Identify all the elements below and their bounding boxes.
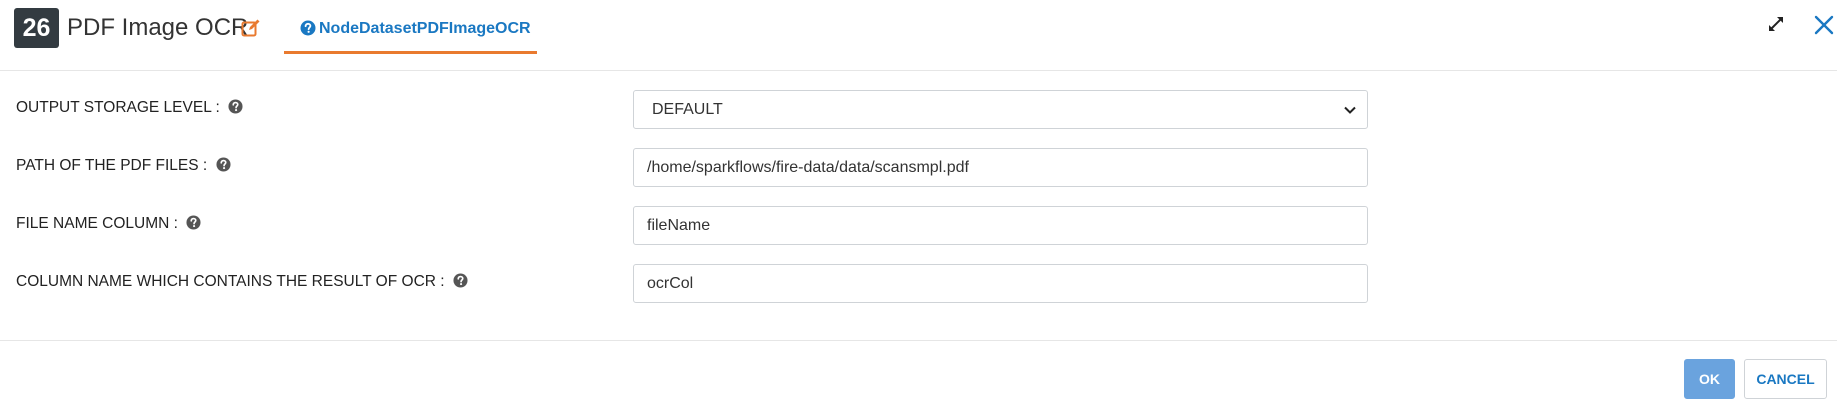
ok-button[interactable]: OK	[1684, 359, 1735, 399]
expand-icon[interactable]	[1766, 14, 1786, 34]
file-name-column-input[interactable]: fileName	[633, 206, 1368, 245]
storage-level-label: OUTPUT STORAGE LEVEL :	[16, 99, 220, 116]
pdf-path-label: PATH OF THE PDF FILES :	[16, 157, 208, 174]
field-label: OUTPUT STORAGE LEVEL :	[16, 98, 243, 118]
ocr-result-column-input[interactable]: ocrCol	[633, 264, 1368, 303]
field-label: COLUMN NAME WHICH CONTAINS THE RESULT OF…	[16, 272, 468, 292]
field-label: FILE NAME COLUMN :	[16, 214, 201, 234]
tab-node-help[interactable]: NodeDatasetPDFImageOCR	[284, 0, 537, 54]
form-row-file-name-column: FILE NAME COLUMN : fileName	[0, 206, 1837, 246]
node-number-badge: 26	[14, 8, 59, 48]
help-icon	[300, 20, 316, 36]
cancel-button[interactable]: CANCEL	[1744, 359, 1827, 399]
storage-level-value: DEFAULT	[652, 101, 723, 118]
help-icon[interactable]	[228, 99, 243, 114]
pdf-path-input[interactable]: /home/sparkflows/fire-data/data/scansmpl…	[633, 148, 1368, 187]
form-row-ocr-result-column: COLUMN NAME WHICH CONTAINS THE RESULT OF…	[0, 264, 1837, 304]
form-row-pdf-path: PATH OF THE PDF FILES : /home/sparkflows…	[0, 148, 1837, 188]
field-label: PATH OF THE PDF FILES :	[16, 156, 231, 176]
node-title: PDF Image OCR	[67, 14, 249, 41]
help-icon[interactable]	[453, 273, 468, 288]
close-icon[interactable]	[1813, 14, 1835, 36]
dialog-header: 26 PDF Image OCR NodeDatasetPDFImageOCR	[0, 0, 1837, 71]
help-icon[interactable]	[186, 215, 201, 230]
help-icon[interactable]	[215, 157, 231, 172]
dialog-footer: OK CANCEL	[0, 340, 1837, 407]
form-row-storage-level: OUTPUT STORAGE LEVEL : DEFAULT	[0, 90, 1837, 130]
tab-label: NodeDatasetPDFImageOCR	[319, 20, 531, 37]
file-name-column-label: FILE NAME COLUMN :	[16, 215, 178, 232]
edit-icon[interactable]	[241, 18, 261, 38]
storage-level-select[interactable]: DEFAULT	[633, 90, 1368, 129]
ocr-result-column-label: COLUMN NAME WHICH CONTAINS THE RESULT OF…	[16, 273, 445, 290]
chevron-down-icon	[1344, 106, 1356, 114]
